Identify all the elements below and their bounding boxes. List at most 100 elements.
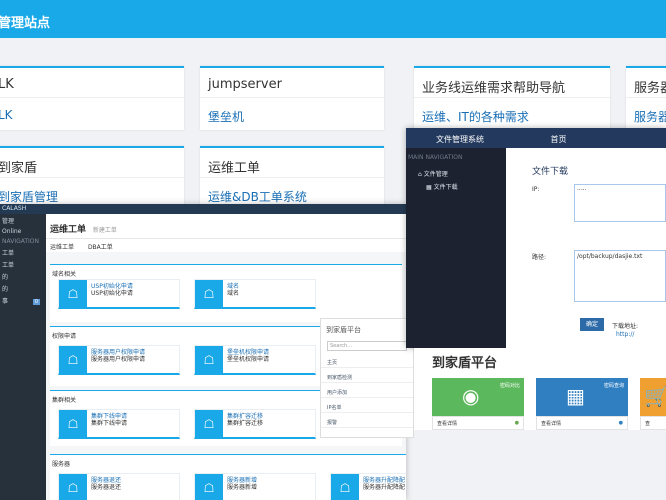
card-djd[interactable]: 到家盾 到家盾管理 [0,146,184,210]
card-title: 业务线运维需求帮助导航 [414,68,610,98]
nav-header: NAVIGATION [2,238,40,245]
sidebar-item[interactable]: 工单 [0,246,46,258]
djd-block[interactable]: 🛒 查 [640,378,666,430]
arrow-icon: ● [618,420,623,426]
djd-block[interactable]: ▦ 密码查询 ● 查看详情 [536,378,628,430]
sidebar-item[interactable]: IP名单 [321,398,413,413]
tile-sub: 服务器用户权限申请 [91,356,146,363]
ticket-tile[interactable]: ☖ 服务器用户权限申请 服务器用户权限申请 [58,345,180,375]
window-bar: 文件管理系统 首页 [406,128,666,148]
tab-new-ticket[interactable]: 新建工单 [93,227,117,234]
djd-panel: 到家盾平台 ◉ 密码对比 ● 查看详情 ▦ 密码查询 ● 查看详情 🛒 查 [414,348,666,430]
card-link[interactable]: 运维&DB工单系统 [200,178,384,205]
ticket-icon: ☖ [59,410,87,438]
block-body: 🛒 [640,378,666,416]
sidebar-item[interactable]: 用户添加 [321,383,413,398]
menu-label: 文件下载 [433,184,458,191]
sidebar-item[interactable]: 主页 [321,353,413,368]
tile-sub: 服务器新增 [227,484,258,491]
djd-sidebar: 到家盾平台 Search... 主页 到家盾检测 用户添加 IP名单 报警 [320,318,414,438]
sidebar-item[interactable]: 到家盾检测 [321,368,413,383]
tile-sub: 服务器退还 [91,484,122,491]
block-footer[interactable]: 查 [640,416,666,430]
section-server: 服务器 ☖ 服务器退还 服务器退还 ☖ 服务器新增 服务器新增 ☖ 服务器升配降… [50,454,406,500]
ticket-icon: ☖ [195,474,223,500]
card-lk[interactable]: LK LK [0,66,184,130]
djd-block[interactable]: ◉ 密码对比 ● 查看详情 [432,378,524,430]
section-title: 服务器 [52,461,71,468]
sidebar-title: 到家盾平台 [326,326,361,334]
site-title: 管理站点 [0,16,51,31]
card-ops-ticket[interactable]: 运维工单 运维&DB工单系统 [200,146,384,210]
card-link[interactable]: LK [0,98,184,122]
sidebar: 管理 Online NAVIGATION 工单 工单 的 的 事 0 [0,214,46,500]
card-jumpserver[interactable]: jumpserver 堡垒机 [200,66,384,130]
ticket-icon: ☖ [59,280,87,308]
grid-icon: ▦ [426,184,432,191]
ticket-icon: ☖ [59,346,87,374]
menu-file-manage[interactable]: ⌂ 文件管理 [406,161,506,178]
block-label: 密码查询 [603,383,624,389]
sidebar: MAIN NAVIGATION ⌂ 文件管理 ▦ 文件下载 [406,148,506,348]
file-manager-window: 文件管理系统 首页 MAIN NAVIGATION ⌂ 文件管理 ▦ 文件下载 … [406,128,666,348]
arrow-icon: ● [514,420,519,426]
path-label: 路径: [532,254,547,261]
footer-text: 查 [645,421,651,427]
tile-sub: 集群扩容迁移 [227,420,264,427]
user-name: 管理 [2,218,15,225]
crumb-item[interactable]: DBA工单 [88,244,113,251]
ticket-tile[interactable]: ☖ 服务器升配降配 服务器升配降配 [330,473,406,500]
tile-sub: 域名 [227,290,240,297]
eye-icon: ◉ [462,384,480,408]
ticket-tile[interactable]: ☖ USP初始化申请 USP初始化申请 [58,279,180,309]
sidebar-item[interactable]: 报警 [321,413,413,428]
card-title: 运维工单 [200,148,384,178]
home-link[interactable]: 首页 [551,135,567,144]
ticket-tile[interactable]: ☖ 服务器退还 服务器退还 [58,473,180,500]
card-business-nav[interactable]: 业务线运维需求帮助导航 运维、IT的各种需求 [414,66,610,130]
ticket-tile[interactable]: ☖ 堡垒机权限申请 堡垒机权限申请 [194,345,316,375]
ticket-icon: ☖ [195,280,223,308]
ticket-icon: ☖ [195,346,223,374]
confirm-button[interactable]: 确定 [580,318,604,331]
card-server[interactable]: 服务器 服务器 [626,66,666,130]
tile-sub: 服务器升配降配 [363,484,406,491]
user-status: Online [2,228,22,235]
cart-icon: 🛒 [644,384,666,408]
app-title: 文件管理系统 [436,135,484,144]
nav-header: MAIN NAVIGATION [408,154,463,161]
block-body: ◉ 密码对比 [432,378,524,416]
sidebar-item[interactable]: 工单 [0,258,46,270]
card-link[interactable]: 堡垒机 [200,98,384,125]
ticket-tile[interactable]: ☖ 服务器新增 服务器新增 [194,473,316,500]
block-footer[interactable]: ● 查看详情 [432,416,524,430]
bar-text: CALASH [2,205,27,212]
page-title: 文件下载 [532,167,569,177]
search-input[interactable]: Search... [327,341,407,351]
ticket-tile[interactable]: ☖ 集群下线申请 集群下线申请 [58,409,180,439]
ticket-tile[interactable]: ☖ 集群扩容迁移 集群扩容迁移 [194,409,316,439]
card-link[interactable]: 到家盾管理 [0,178,184,205]
grid-icon: ▦ [566,384,585,408]
crumb-item[interactable]: 运维工单 [50,244,74,251]
tile-sub: 集群下线申请 [91,420,128,427]
download-link[interactable]: http:// [616,331,634,338]
menu-label: 文件管理 [423,171,448,178]
ticket-tile[interactable]: ☖ 域名 域名 [194,279,316,309]
main-content: 文件下载 IP: ····· 路径: /opt/backup/dasjie.tx… [506,148,666,348]
block-footer[interactable]: ● 查看详情 [536,416,628,430]
ip-textarea[interactable]: ····· [574,184,666,222]
sidebar-item[interactable]: 的 [0,270,46,282]
ticket-icon: ☖ [331,474,359,500]
card-link[interactable]: 服务器 [626,98,666,125]
section-title: 域名相关 [52,271,77,278]
sidebar-item[interactable]: 的 [0,282,46,294]
block-body: ▦ 密码查询 [536,378,628,416]
home-icon: ⌂ [418,171,422,178]
card-link[interactable]: 运维、IT的各种需求 [414,98,610,125]
path-textarea[interactable]: /opt/backup/dasjie.txt [574,250,666,302]
tab-ops-ticket[interactable]: 运维工单 [50,225,86,235]
panel-title: 到家盾平台 [432,356,498,371]
top-header: 管理站点 [0,0,666,38]
menu-file-download[interactable]: ▦ 文件下载 [406,178,506,191]
